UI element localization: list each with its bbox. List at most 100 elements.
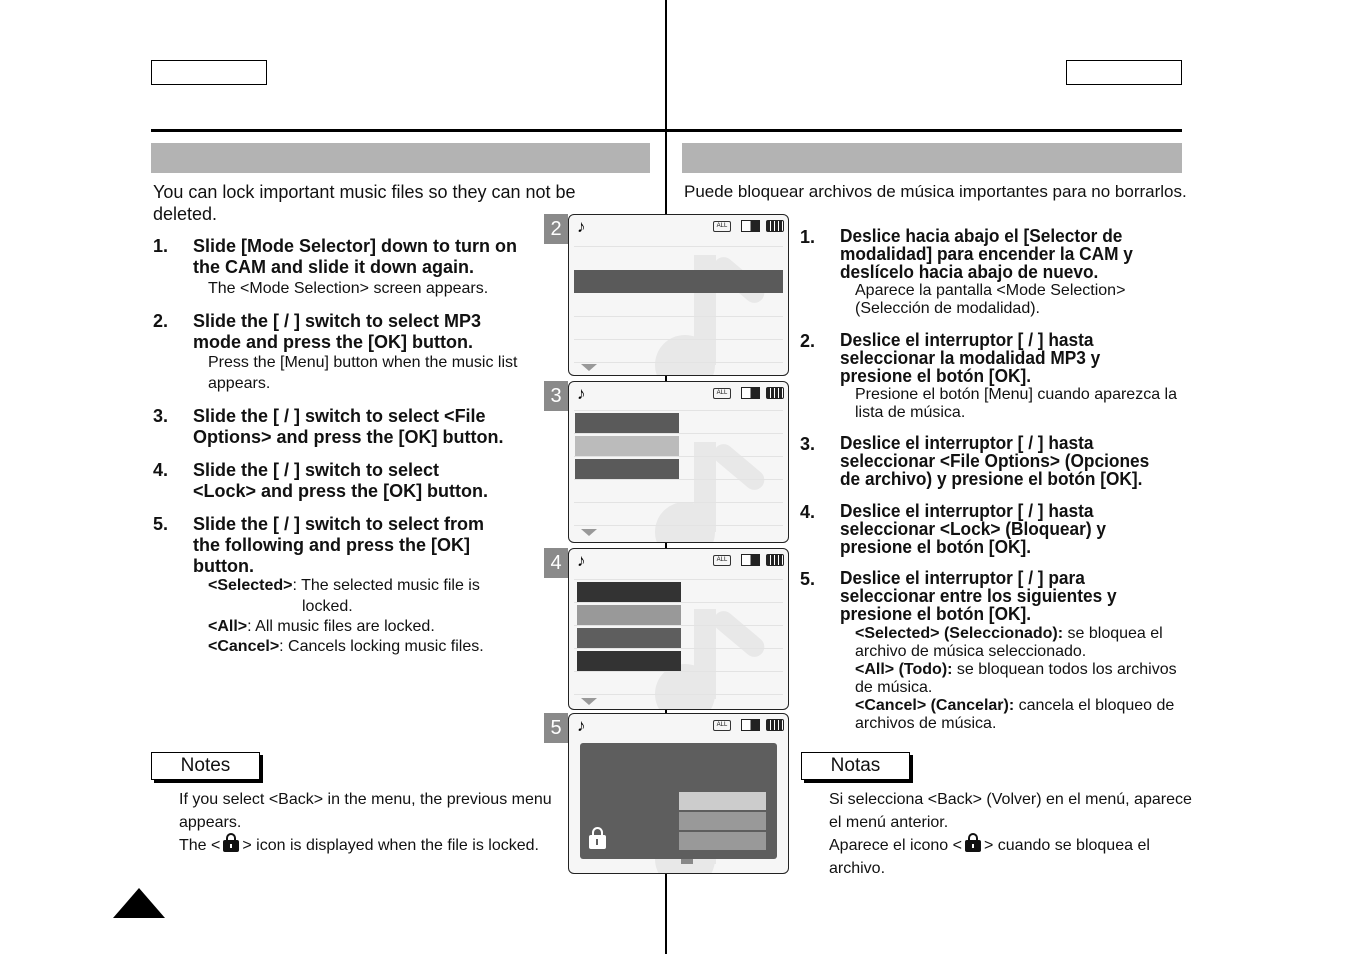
step-text: Slide the [ / ] switch to select <Lock> … [193,460,489,501]
step-note: Aparece la pantalla <Mode Selection> (Se… [855,282,1126,317]
music-note-icon: ♪ [577,551,586,570]
screen-step-badge: 4 [544,548,568,578]
option-term: <All> [208,618,248,635]
step-number: 1. [800,227,816,247]
page-header-box-left [151,60,267,85]
dialog-scroll-indicator [681,859,693,864]
music-note-icon: ♪ [577,384,586,403]
row-divider [574,525,783,526]
step-note: Press the [Menu] button when the music l… [208,354,518,392]
menu-item[interactable] [577,628,681,648]
note-text: The < [179,837,221,854]
row-divider [574,625,783,626]
step-number: 5. [153,514,169,534]
section-title-bar-spanish [682,143,1182,173]
repeat-all-icon: ALL [713,388,731,399]
step-number: 2. [800,331,816,351]
row-divider [574,410,783,411]
battery-icon [766,220,784,232]
option-desc-cont: archivo de música seleccionado. [855,643,1087,660]
option-selected: <Selected>: The selected music file is lo… [208,576,538,617]
step-text: Slide the [ / ] switch to select <File O… [193,406,504,447]
dialog-option[interactable] [679,812,766,830]
device-screen-step-5: ♪ ALL [568,713,789,874]
menu-item[interactable] [575,413,679,433]
option-cancel-es: <Cancel> (Cancelar): cancela el bloqueo … [855,697,1195,733]
dialog-option[interactable] [679,832,766,850]
note-2-es: Aparece el icono < > cuando se bloquea el… [829,833,1179,880]
lock-icon [964,833,981,852]
scroll-down-icon[interactable] [581,698,597,705]
row-divider [574,456,783,457]
option-desc-cont: de música. [855,679,933,696]
option-desc-cont: locked. [302,597,353,615]
option-desc: se bloquean todos los archivos [952,661,1177,678]
option-desc-cont: archivos de música. [855,715,997,732]
repeat-all-icon: ALL [713,555,731,566]
lock-dialog [580,743,777,859]
intro-text-es: Puede bloquear archivos de música import… [684,182,1187,201]
row-divider [574,648,783,649]
music-note-icon: ♪ [577,716,586,735]
battery-icon [766,554,784,566]
menu-item[interactable] [575,459,679,479]
step-text: Deslice hacia abajo el [Selector de moda… [840,226,1133,282]
row-divider [574,316,783,317]
section-title-bar-english [151,143,650,173]
intro-text: You can lock important music files so th… [153,182,576,224]
step-text: Deslice el interruptor [ / ] hasta selec… [840,330,1101,386]
note-text: Aparece el icono < [829,837,962,854]
option-selected-es: <Selected> (Seleccionado): se bloquea el… [855,625,1195,661]
option-desc: se bloquea el [1063,625,1163,642]
device-screen-step-2: ♪ ALL [568,214,789,376]
battery-icon [766,387,784,399]
step-text: Deslice el interruptor [ / ] hasta selec… [840,501,1107,557]
row-divider [574,433,783,434]
menu-item[interactable] [577,582,681,602]
row-divider [574,339,783,340]
repeat-all-icon: ALL [713,720,731,731]
row-divider [574,579,783,580]
menu-item-highlighted[interactable] [575,436,679,456]
step-text: Slide the [ / ] switch to select from th… [193,514,485,576]
step-number: 2. [153,311,169,331]
option-desc: : All music files are locked. [247,618,435,635]
step-number: 5. [800,569,816,589]
dialog-option-highlighted[interactable] [679,792,766,810]
scroll-down-icon[interactable] [581,529,597,536]
option-cancel: <Cancel>: Cancels locking music files. [208,637,538,658]
scroll-down-icon[interactable] [581,364,597,371]
display-mode-icon [741,554,760,566]
note-2: The < > icon is displayed when the file i… [179,833,569,857]
note-1: If you select <Back> in the menu, the pr… [179,791,552,831]
option-desc: : The selected music file is [292,577,480,594]
menu-item-highlighted[interactable] [574,270,783,293]
device-screen-step-4: ♪ ALL [568,548,789,710]
option-desc: cancela el bloqueo de [1014,697,1175,714]
option-all: <All>: All music files are locked. [208,617,538,638]
screen-step-badge: 5 [544,713,568,743]
note-1-es: Si selecciona <Back> (Volver) en el menú… [829,791,1192,831]
repeat-all-icon: ALL [713,221,731,232]
menu-item-highlighted[interactable] [577,605,681,625]
menu-item[interactable] [577,651,681,671]
music-watermark-flag [709,440,769,494]
step-note: Presione el botón [Menu] cuando aparezca… [855,386,1177,421]
option-all-es: <All> (Todo): se bloquean todos los arch… [855,661,1195,697]
music-note-icon: ♪ [577,217,586,236]
option-term: <Cancel> [208,638,280,655]
step-text: Deslice el interruptor [ / ] para selecc… [840,568,1117,624]
row-divider [574,694,783,695]
step-number: 4. [153,460,169,480]
option-desc: : Cancels locking music files. [279,638,484,655]
step-text: Slide [Mode Selector] down to turn on th… [193,236,517,277]
row-divider [574,602,783,603]
row-divider [574,671,783,672]
step-text: Deslice el interruptor [ / ] hasta selec… [840,433,1150,489]
music-watermark-flag [709,607,769,661]
page-header-box-right [1066,60,1182,85]
device-screen-step-3: ♪ ALL [568,381,789,543]
row-divider [574,479,783,480]
option-term: <Cancel> (Cancelar): [855,697,1015,714]
row-divider [574,246,783,247]
